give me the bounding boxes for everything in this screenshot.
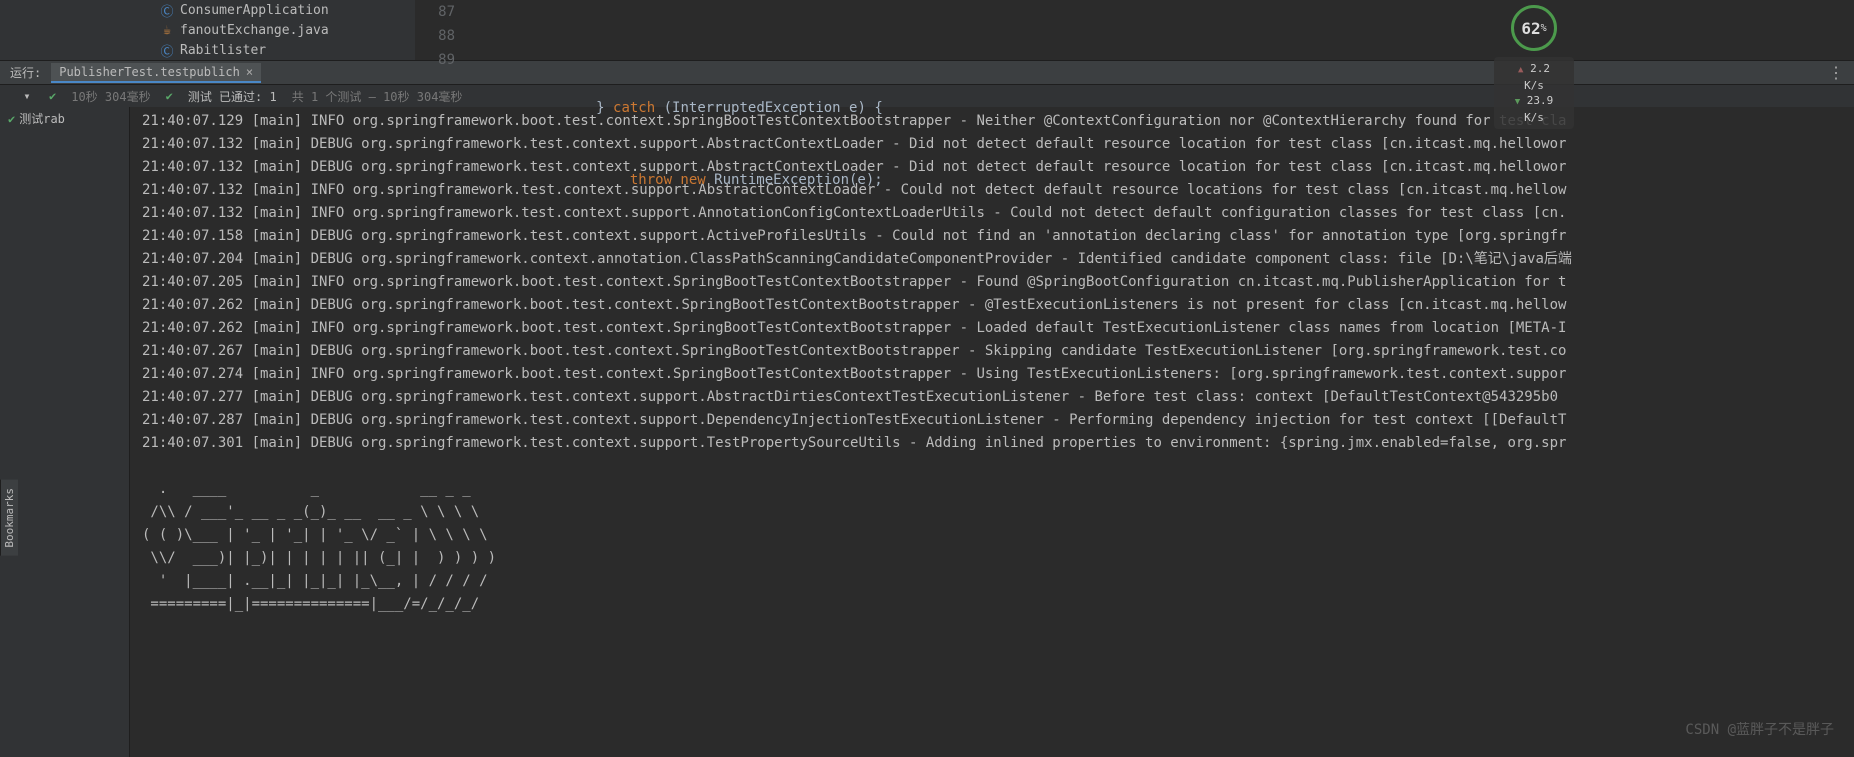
close-icon[interactable]: × xyxy=(246,65,253,79)
test-node[interactable]: ✔ 测试rab xyxy=(8,109,121,128)
tree-item-rabitlister[interactable]: Ⓒ Rabitlister xyxy=(160,40,415,60)
run-tab-bar: 运行: PublisherTest.testpublich × ⋮ xyxy=(0,60,1854,85)
watermark: CSDN @蓝胖子不是胖子 xyxy=(1685,719,1834,739)
class-icon: Ⓒ xyxy=(160,3,174,17)
tab-title: PublisherTest.testpublich xyxy=(59,65,240,79)
tree-item-consumer[interactable]: Ⓒ ConsumerApplication xyxy=(160,0,415,20)
test-node-label: 测试rab xyxy=(19,110,65,127)
timing-1: 10秒 304毫秒 xyxy=(71,88,150,105)
code-line[interactable]: } catch (InterruptedException e) { xyxy=(495,96,883,120)
tree-label: ConsumerApplication xyxy=(180,3,329,18)
pass-label: 测试 已通过: 1 xyxy=(188,88,277,105)
performance-overlay: 62% ▲ 2.2K/s ▼ 23.9K/s xyxy=(1494,5,1574,129)
code-editor[interactable]: 87 88 89 } catch (InterruptedException e… xyxy=(415,0,1854,60)
gutter: 87 88 89 xyxy=(415,0,475,72)
tree-label: Rabitlister xyxy=(180,43,266,58)
more-icon[interactable]: ⋮ xyxy=(1828,63,1844,82)
network-box: ▲ 2.2K/s ▼ 23.9K/s xyxy=(1494,57,1574,129)
upload-icon: ▲ xyxy=(1518,65,1523,75)
download-icon: ▼ xyxy=(1515,97,1520,107)
tree-item-fanout[interactable]: ☕ fanoutExchange.java xyxy=(160,20,415,40)
check-icon: ✔ xyxy=(8,112,15,126)
pass-detail: 共 1 个测试 – 10秒 304毫秒 xyxy=(292,88,463,105)
project-tree[interactable]: Ⓒ ConsumerApplication ☕ fanoutExchange.j… xyxy=(0,0,415,60)
class-icon: Ⓒ xyxy=(160,43,174,57)
code-line[interactable]: throw new RuntimeException(e); xyxy=(495,168,883,192)
cpu-gauge: 62% xyxy=(1511,5,1557,51)
console-output[interactable]: 21:40:07.129 [main] INFO org.springframe… xyxy=(130,107,1854,757)
run-label: 运行: xyxy=(10,64,41,81)
collapse-toggle-icon[interactable]: ▾ xyxy=(20,89,34,103)
timing-check-icon: ✔ xyxy=(49,89,56,103)
test-status-bar: ▾ ✔ 10秒 304毫秒 ✔ 测试 已通过: 1 共 1 个测试 – 10秒 … xyxy=(0,85,1854,107)
bookmarks-tab[interactable]: Bookmarks xyxy=(0,480,18,556)
java-icon: ☕ xyxy=(160,23,174,37)
test-tree[interactable]: ✔ 测试rab xyxy=(0,107,130,757)
tree-label: fanoutExchange.java xyxy=(180,23,329,38)
run-tab[interactable]: PublisherTest.testpublich × xyxy=(51,63,261,83)
code-lines[interactable]: } catch (InterruptedException e) { throw… xyxy=(495,0,883,240)
pass-check-icon: ✔ xyxy=(166,89,173,103)
